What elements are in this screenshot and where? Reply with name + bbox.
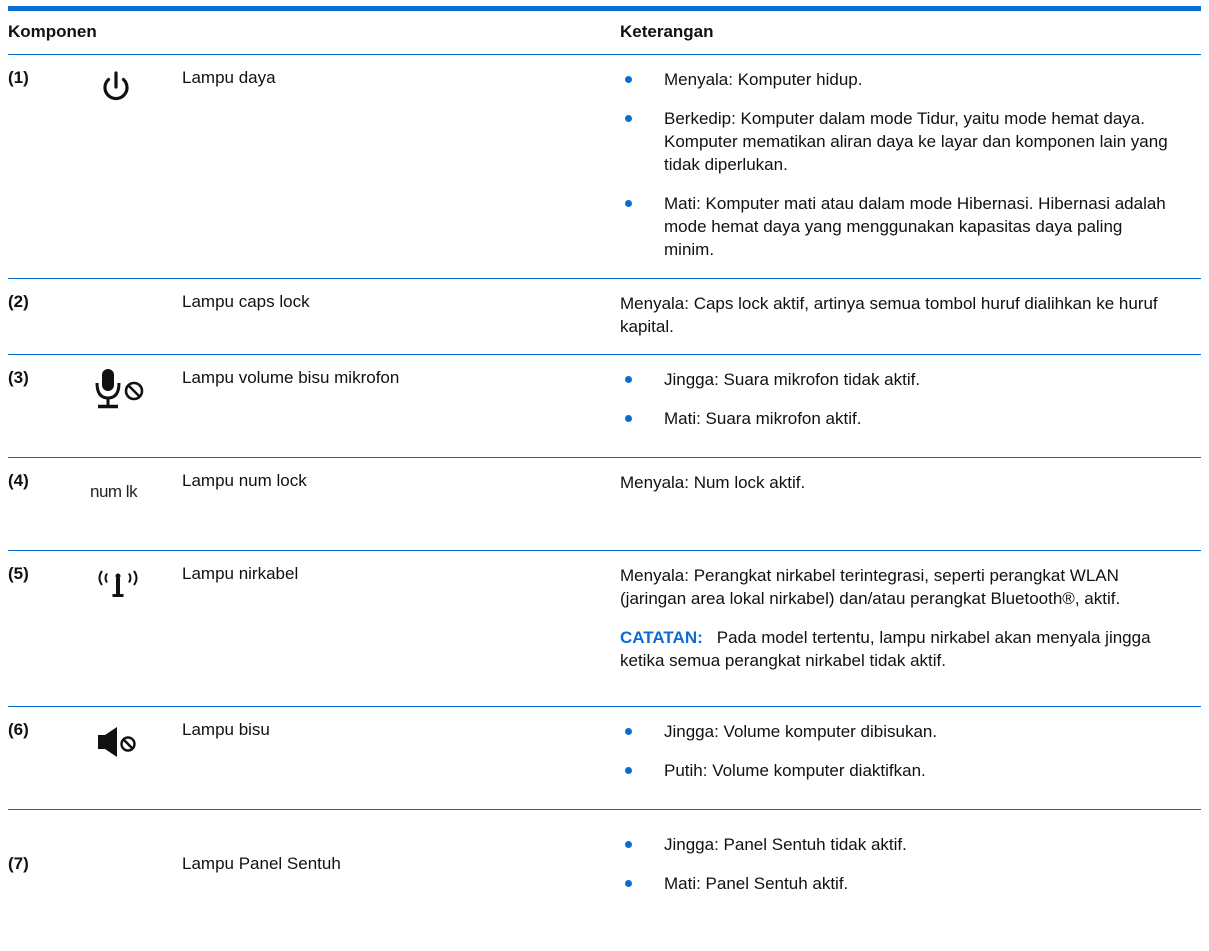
row-icon-cell [90, 550, 182, 707]
note: CATATAN: Pada model tertentu, lampu nirka… [620, 626, 1201, 672]
row-name: Lampu num lock [182, 457, 620, 551]
microphone-mute-icon [95, 369, 144, 409]
num-lock-icon: num lk [90, 482, 138, 501]
bullet-text: Jingga: Panel Sentuh tidak aktif. [664, 835, 907, 855]
list-item: Berkedip: Komputer dalam mode Tidur, yai… [620, 107, 1201, 176]
bullet-text: Jingga: Volume komputer dibisukan. [664, 722, 938, 741]
bullet-dot [625, 880, 632, 888]
row-description: Menyala: Caps lock aktif, artinya semua … [620, 278, 1201, 355]
bullet-text: Berkedip: Komputer dalam mode Tidur, yai… [664, 109, 1168, 174]
table-row: (6) Lampu bisu Jingga: Volume komputer d… [8, 706, 1201, 810]
wireless-icon [98, 570, 138, 597]
table-row: (1) Lampu daya Menyala: Komputer hidup. … [8, 54, 1201, 279]
bullet-text: Mati: Komputer mati atau dalam mode Hibe… [664, 194, 1166, 259]
table-row: (2) Lampu caps lock Menyala: Caps lock a… [8, 278, 1201, 355]
row-icon-cell [90, 278, 182, 355]
bullet-text: Jingga: Suara mikrofon tidak aktif. [664, 370, 921, 389]
row-number: (2) [8, 278, 90, 355]
description-text: Menyala: Perangkat nirkabel terintegrasi… [620, 566, 1121, 608]
bullet-dot [625, 76, 632, 83]
bullet-dot [625, 376, 632, 383]
table-header-row: Komponen Keterangan [8, 11, 1201, 55]
row-description: Jingga: Panel Sentuh tidak aktif. Mati: … [620, 810, 1201, 906]
row-icon-cell [90, 810, 182, 906]
bullet-dot [625, 767, 632, 774]
row-name: Lampu nirkabel [182, 550, 620, 707]
row-icon-cell [90, 54, 182, 279]
row-number: (3) [8, 354, 90, 458]
row-number: (7) [8, 854, 29, 874]
row-name: Lampu Panel Sentuh [182, 854, 341, 874]
row-name: Lampu caps lock [182, 278, 620, 355]
bullet-dot [625, 200, 632, 207]
header-keterangan: Keterangan [620, 11, 1201, 55]
bullet-text: Mati: Suara mikrofon aktif. [664, 409, 862, 428]
bullet-dot [625, 115, 632, 122]
row-number: (5) [8, 550, 90, 707]
row-name: Lampu volume bisu mikrofon [182, 354, 620, 458]
document-page: Komponen Keterangan (1) Lampu daya Menya… [0, 0, 1209, 906]
table-row: (5) Lampu nirkabel Menyala: Perangkat ni… [8, 550, 1201, 707]
list-item: Mati: Komputer mati atau dalam mode Hibe… [620, 192, 1201, 261]
description-text: Menyala: Caps lock aktif, artinya semua … [620, 294, 1158, 336]
row-name: Lampu bisu [182, 706, 620, 810]
bullet-text: Mati: Panel Sentuh aktif. [664, 874, 849, 894]
row-number: (1) [8, 54, 90, 279]
power-icon [103, 71, 129, 101]
row-description: Jingga: Suara mikrofon tidak aktif. Mati… [620, 354, 1201, 458]
bullet-text: Menyala: Komputer hidup. [664, 70, 863, 89]
row-icon-cell: num lk [90, 457, 182, 551]
row-number: (6) [8, 706, 90, 810]
list-item: Mati: Panel Sentuh aktif. [620, 872, 1201, 895]
bullet-dot [625, 415, 632, 422]
table-row: (4) num lk Lampu num lock Menyala: Num l… [8, 457, 1201, 551]
table-row: (7) Lampu Panel Sentuh Jingga: Panel Sen… [8, 810, 1201, 906]
row-description: Menyala: Perangkat nirkabel terintegrasi… [620, 550, 1201, 707]
row-icon-cell [90, 354, 182, 458]
note-label: CATATAN: [620, 628, 703, 647]
row-description: Jingga: Volume komputer dibisukan. Putih… [620, 706, 1201, 810]
bullet-dot [625, 841, 632, 849]
description-text: Menyala: Num lock aktif. [620, 473, 806, 492]
row-number: (4) [8, 457, 90, 551]
row-name: Lampu daya [182, 54, 620, 279]
row-description: Menyala: Num lock aktif. [620, 457, 1201, 551]
list-item: Menyala: Komputer hidup. [620, 68, 1201, 91]
component-table: Komponen Keterangan (1) Lampu daya Menya… [8, 11, 1201, 906]
speaker-mute-icon [98, 727, 136, 757]
bullet-dot [625, 728, 632, 735]
list-item: Jingga: Volume komputer dibisukan. [620, 720, 1201, 743]
row-description: Menyala: Komputer hidup. Berkedip: Kompu… [620, 54, 1201, 279]
list-item: Jingga: Suara mikrofon tidak aktif. [620, 368, 1201, 391]
header-komponen: Komponen [8, 11, 620, 55]
list-item: Jingga: Panel Sentuh tidak aktif. [620, 833, 1201, 856]
list-item: Putih: Volume komputer diaktifkan. [620, 759, 1201, 782]
row-icon-cell [90, 706, 182, 810]
list-item: Mati: Suara mikrofon aktif. [620, 407, 1201, 430]
bullet-text: Putih: Volume komputer diaktifkan. [664, 761, 926, 780]
table-row: (3) Lampu volume bisu mikrofon Jingga: S… [8, 354, 1201, 458]
